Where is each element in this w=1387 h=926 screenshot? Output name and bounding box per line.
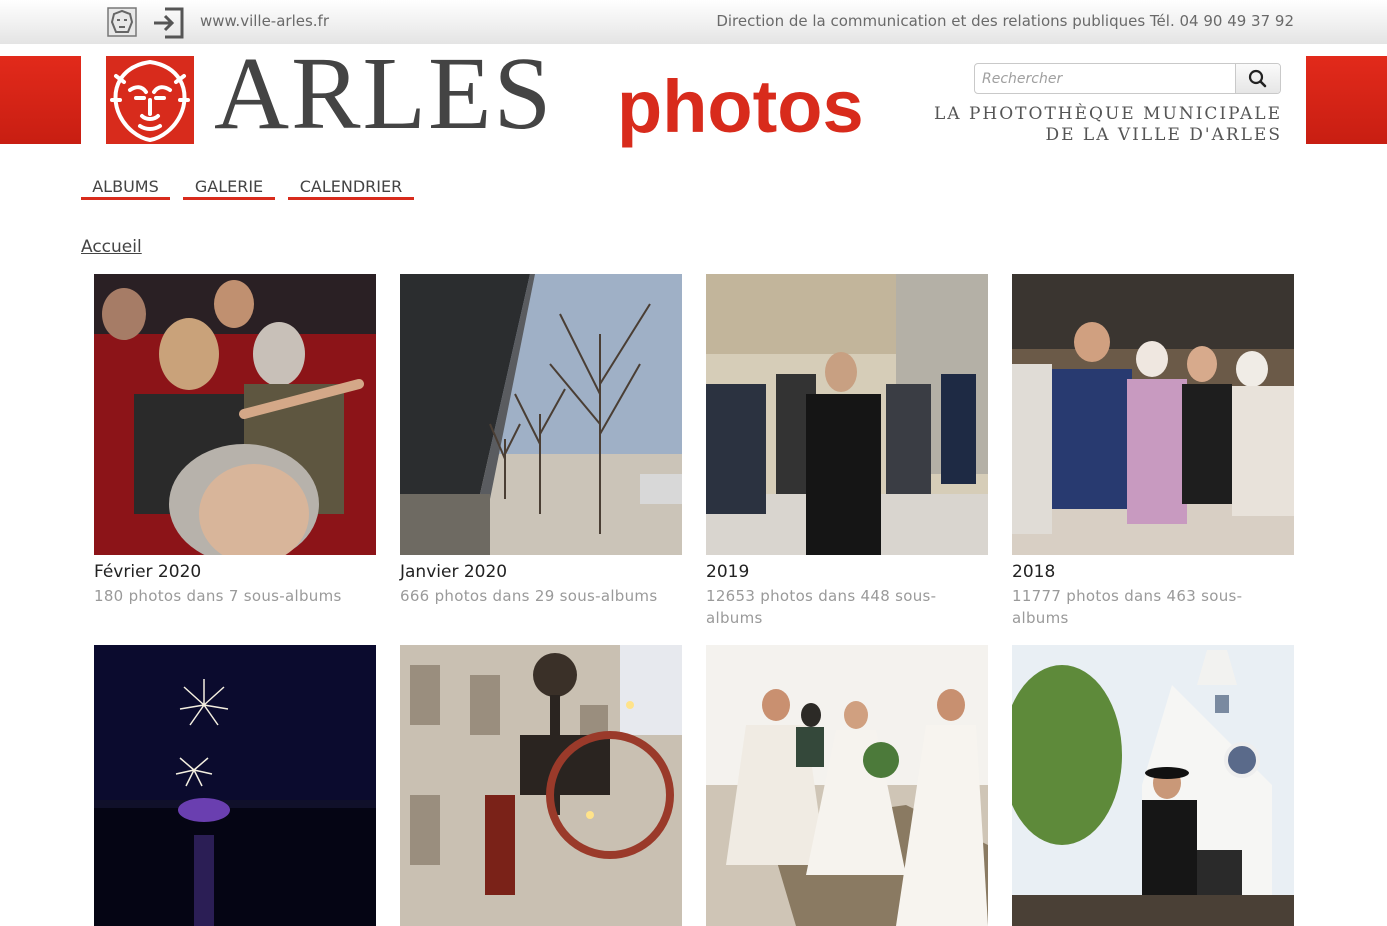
album-thumbnail[interactable] (1012, 645, 1294, 926)
search-button[interactable] (1235, 64, 1280, 93)
search-input[interactable] (975, 64, 1237, 93)
logo-text-photos[interactable]: photos (617, 70, 864, 144)
album-count: 666 photos dans 29 sous-albums (400, 587, 658, 605)
nav-item-galerie[interactable]: GALERIE (183, 178, 275, 200)
album-thumbnail[interactable] (706, 645, 988, 926)
header-band-left (0, 56, 81, 144)
site-header: ARLES photos LA PHOTOTHÈQUE MUNICIPALE D… (81, 42, 1306, 170)
login-icon[interactable] (151, 6, 184, 39)
album-title[interactable]: 2019 (706, 562, 749, 582)
search-icon (1248, 69, 1267, 88)
album-thumbnail[interactable] (706, 274, 988, 555)
header-band-right (1306, 56, 1387, 144)
top-bar: www.ville-arles.fr Direction de la commu… (0, 0, 1387, 44)
nav-item-albums[interactable]: ALBUMS (81, 178, 170, 200)
album-count: 12653 photos dans 448 sous-albums (706, 587, 937, 627)
album-thumbnail[interactable] (1012, 274, 1294, 555)
album-title[interactable]: Janvier 2020 (400, 562, 507, 582)
contact-info: Direction de la communication et des rel… (716, 12, 1294, 30)
album-title[interactable]: Février 2020 (94, 562, 201, 582)
tagline-line-1: LA PHOTOTHÈQUE MUNICIPALE (934, 104, 1282, 124)
search-box (974, 63, 1281, 94)
album-thumbnail[interactable] (94, 645, 376, 926)
logo-text-arles[interactable]: ARLES (214, 42, 553, 146)
lion-emblem-icon[interactable] (106, 6, 138, 38)
site-tagline: LA PHOTOTHÈQUE MUNICIPALE DE LA VILLE D'… (934, 104, 1282, 146)
breadcrumb-home-link[interactable]: Accueil (81, 237, 142, 257)
album-count: 11777 photos dans 463 sous-albums (1012, 587, 1243, 627)
tagline-line-2: DE LA VILLE D'ARLES (1045, 125, 1282, 145)
album-count: 180 photos dans 7 sous-albums (94, 587, 342, 605)
album-thumbnail[interactable] (94, 274, 376, 555)
album-title[interactable]: 2018 (1012, 562, 1055, 582)
nav-item-calendrier[interactable]: CALENDRIER (288, 178, 414, 200)
lion-logo-icon[interactable] (106, 56, 194, 144)
album-thumbnail[interactable] (400, 645, 682, 926)
album-thumbnail[interactable] (400, 274, 682, 555)
site-url-link[interactable]: www.ville-arles.fr (200, 12, 329, 30)
